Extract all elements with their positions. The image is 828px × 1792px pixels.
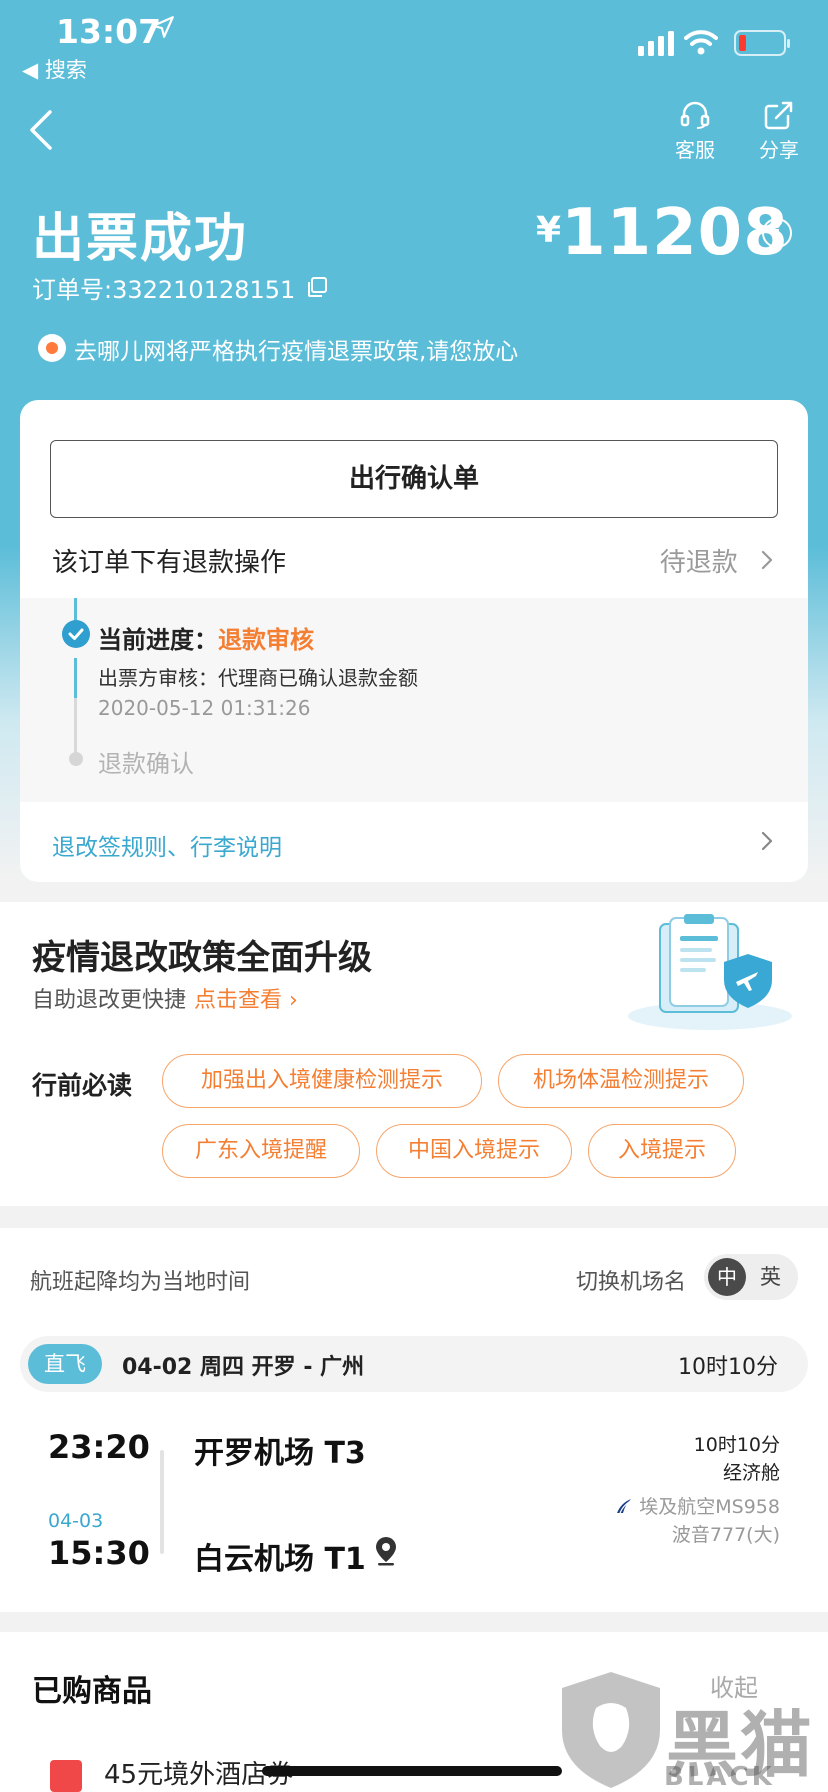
- travel-confirmation-button[interactable]: 出行确认单: [50, 440, 778, 518]
- egyptair-logo-icon: [617, 1499, 632, 1514]
- customer-service-label: 客服: [675, 138, 715, 162]
- current-progress: 当前进度：退款审核: [98, 620, 314, 655]
- location-arrow-icon: [152, 16, 174, 38]
- refund-status-link[interactable]: 待退款: [660, 542, 774, 579]
- local-time-note: 航班起降均为当地时间: [30, 1270, 251, 1295]
- refund-title: 该订单下有退款操作: [52, 548, 287, 578]
- tag-guangdong-entry[interactable]: 广东入境提醒: [162, 1124, 360, 1178]
- flight-duration-detail: 10时10分: [693, 1434, 780, 1456]
- battery-icon: [734, 30, 790, 56]
- progress-pending-dot: [69, 752, 83, 766]
- refund-status-text: 待退款: [659, 548, 738, 578]
- airline-text: 埃及航空MS958: [639, 1496, 780, 1518]
- home-indicator[interactable]: [262, 1766, 562, 1776]
- language-toggle[interactable]: 中 英: [704, 1254, 798, 1300]
- signal-icon: [638, 31, 674, 56]
- toggle-chinese[interactable]: 中: [708, 1258, 746, 1296]
- refund-progress: 当前进度：退款审核 出票方审核：代理商已确认退款金额 2020-05-12 01…: [20, 598, 808, 802]
- purchased-title: 已购商品: [32, 1674, 152, 1709]
- departure-time: 23:20: [48, 1428, 150, 1466]
- toggle-english[interactable]: 英: [760, 1260, 781, 1294]
- back-to-app[interactable]: ◀ 搜索: [22, 54, 87, 84]
- progress-line-pending: [74, 698, 77, 754]
- progress-check-icon: [62, 620, 90, 648]
- progress-detail: 出票方审核：代理商已确认退款金额: [98, 666, 418, 690]
- policy-subtitle-text: 自助退改更快捷: [32, 988, 187, 1013]
- tag-entry-notice[interactable]: 入境提示: [588, 1124, 736, 1178]
- aircraft-type: 波音777(大): [671, 1524, 780, 1546]
- back-icon[interactable]: [26, 108, 56, 152]
- policy-notice: 去哪儿网将严格执行疫情退票政策,请您放心: [74, 339, 519, 365]
- progress-line: [74, 658, 77, 698]
- total-price: ¥11208: [536, 196, 789, 270]
- headset-icon: [680, 101, 710, 129]
- tag-china-entry[interactable]: 中国入境提示: [376, 1124, 572, 1178]
- copy-icon[interactable]: [306, 276, 328, 298]
- arrival-airport: 白云机场 T1: [194, 1542, 366, 1577]
- chevron-right-icon[interactable]: [760, 830, 774, 852]
- policy-view-link[interactable]: 点击查看 ›: [194, 988, 298, 1013]
- share-label: 分享: [759, 138, 799, 162]
- watermark-subtext: BLACK CAT: [664, 1762, 775, 1792]
- policy-subtitle: 自助退改更快捷 点击查看 ›: [32, 982, 298, 1014]
- airport-name-switch-label: 切换机场名: [576, 1270, 687, 1295]
- cabin-class: 经济舱: [722, 1462, 780, 1484]
- current-progress-label: 当前进度：: [98, 626, 218, 654]
- flight-date-route: 04-02 周四 开罗 - 广州: [122, 1355, 365, 1380]
- flight-summary-bar: 直飞 04-02 周四 开罗 - 广州 10时10分: [20, 1336, 808, 1392]
- direct-flight-badge: 直飞: [28, 1344, 102, 1384]
- price-value: 11208: [561, 196, 789, 270]
- order-card: 出行确认单 该订单下有退款操作 待退款 当前进度：退款审核 出票方审核：代理商已…: [20, 400, 808, 882]
- policy-title: 疫情退改政策全面升级: [32, 938, 372, 978]
- document-shield-illustration: [628, 914, 792, 1030]
- progress-time: 2020-05-12 01:31:26: [98, 696, 311, 720]
- flight-timeline: [160, 1450, 164, 1554]
- share-icon: [764, 101, 793, 130]
- price-currency: ¥: [536, 210, 562, 251]
- airline-flight-number: 埃及航空MS958: [615, 1492, 780, 1519]
- flight-info-section: 航班起降均为当地时间 切换机场名 中 英 直飞 04-02 周四 开罗 - 广州…: [0, 1228, 828, 1612]
- flight-duration: 10时10分: [678, 1355, 778, 1380]
- status-time: 13:07: [56, 12, 162, 51]
- progress-next-step: 退款确认: [98, 750, 194, 778]
- notice-dot-icon: [38, 334, 66, 362]
- tag-temperature-check[interactable]: 机场体温检测提示: [498, 1054, 744, 1108]
- current-progress-value: 退款审核: [218, 626, 314, 654]
- price-info-icon[interactable]: i: [762, 218, 792, 248]
- arrival-time: 15:30: [48, 1534, 150, 1572]
- order-number: 订单号:332210128151: [32, 276, 296, 304]
- tag-health-check[interactable]: 加强出入境健康检测提示: [162, 1054, 482, 1108]
- epidemic-policy-section: 疫情退改政策全面升级 自助退改更快捷 点击查看 › 行前必读 加强出入境健康检测提…: [0, 902, 828, 1206]
- rules-baggage-link[interactable]: 退改签规则、行李说明: [52, 828, 282, 862]
- hotel-coupon-icon: [50, 1760, 82, 1792]
- wifi-icon: [684, 30, 718, 55]
- customer-service-button[interactable]: 客服: [660, 100, 730, 163]
- departure-airport: 开罗机场 T3: [194, 1436, 366, 1471]
- map-pin-icon[interactable]: [374, 1536, 398, 1566]
- pre-travel-label: 行前必读: [32, 1071, 133, 1100]
- share-button[interactable]: 分享: [744, 100, 814, 163]
- blackcat-watermark-logo: [562, 1672, 660, 1788]
- chevron-right-icon: [761, 550, 773, 570]
- page-title: 出票成功: [32, 209, 249, 269]
- arrival-date: 04-03: [48, 1510, 104, 1532]
